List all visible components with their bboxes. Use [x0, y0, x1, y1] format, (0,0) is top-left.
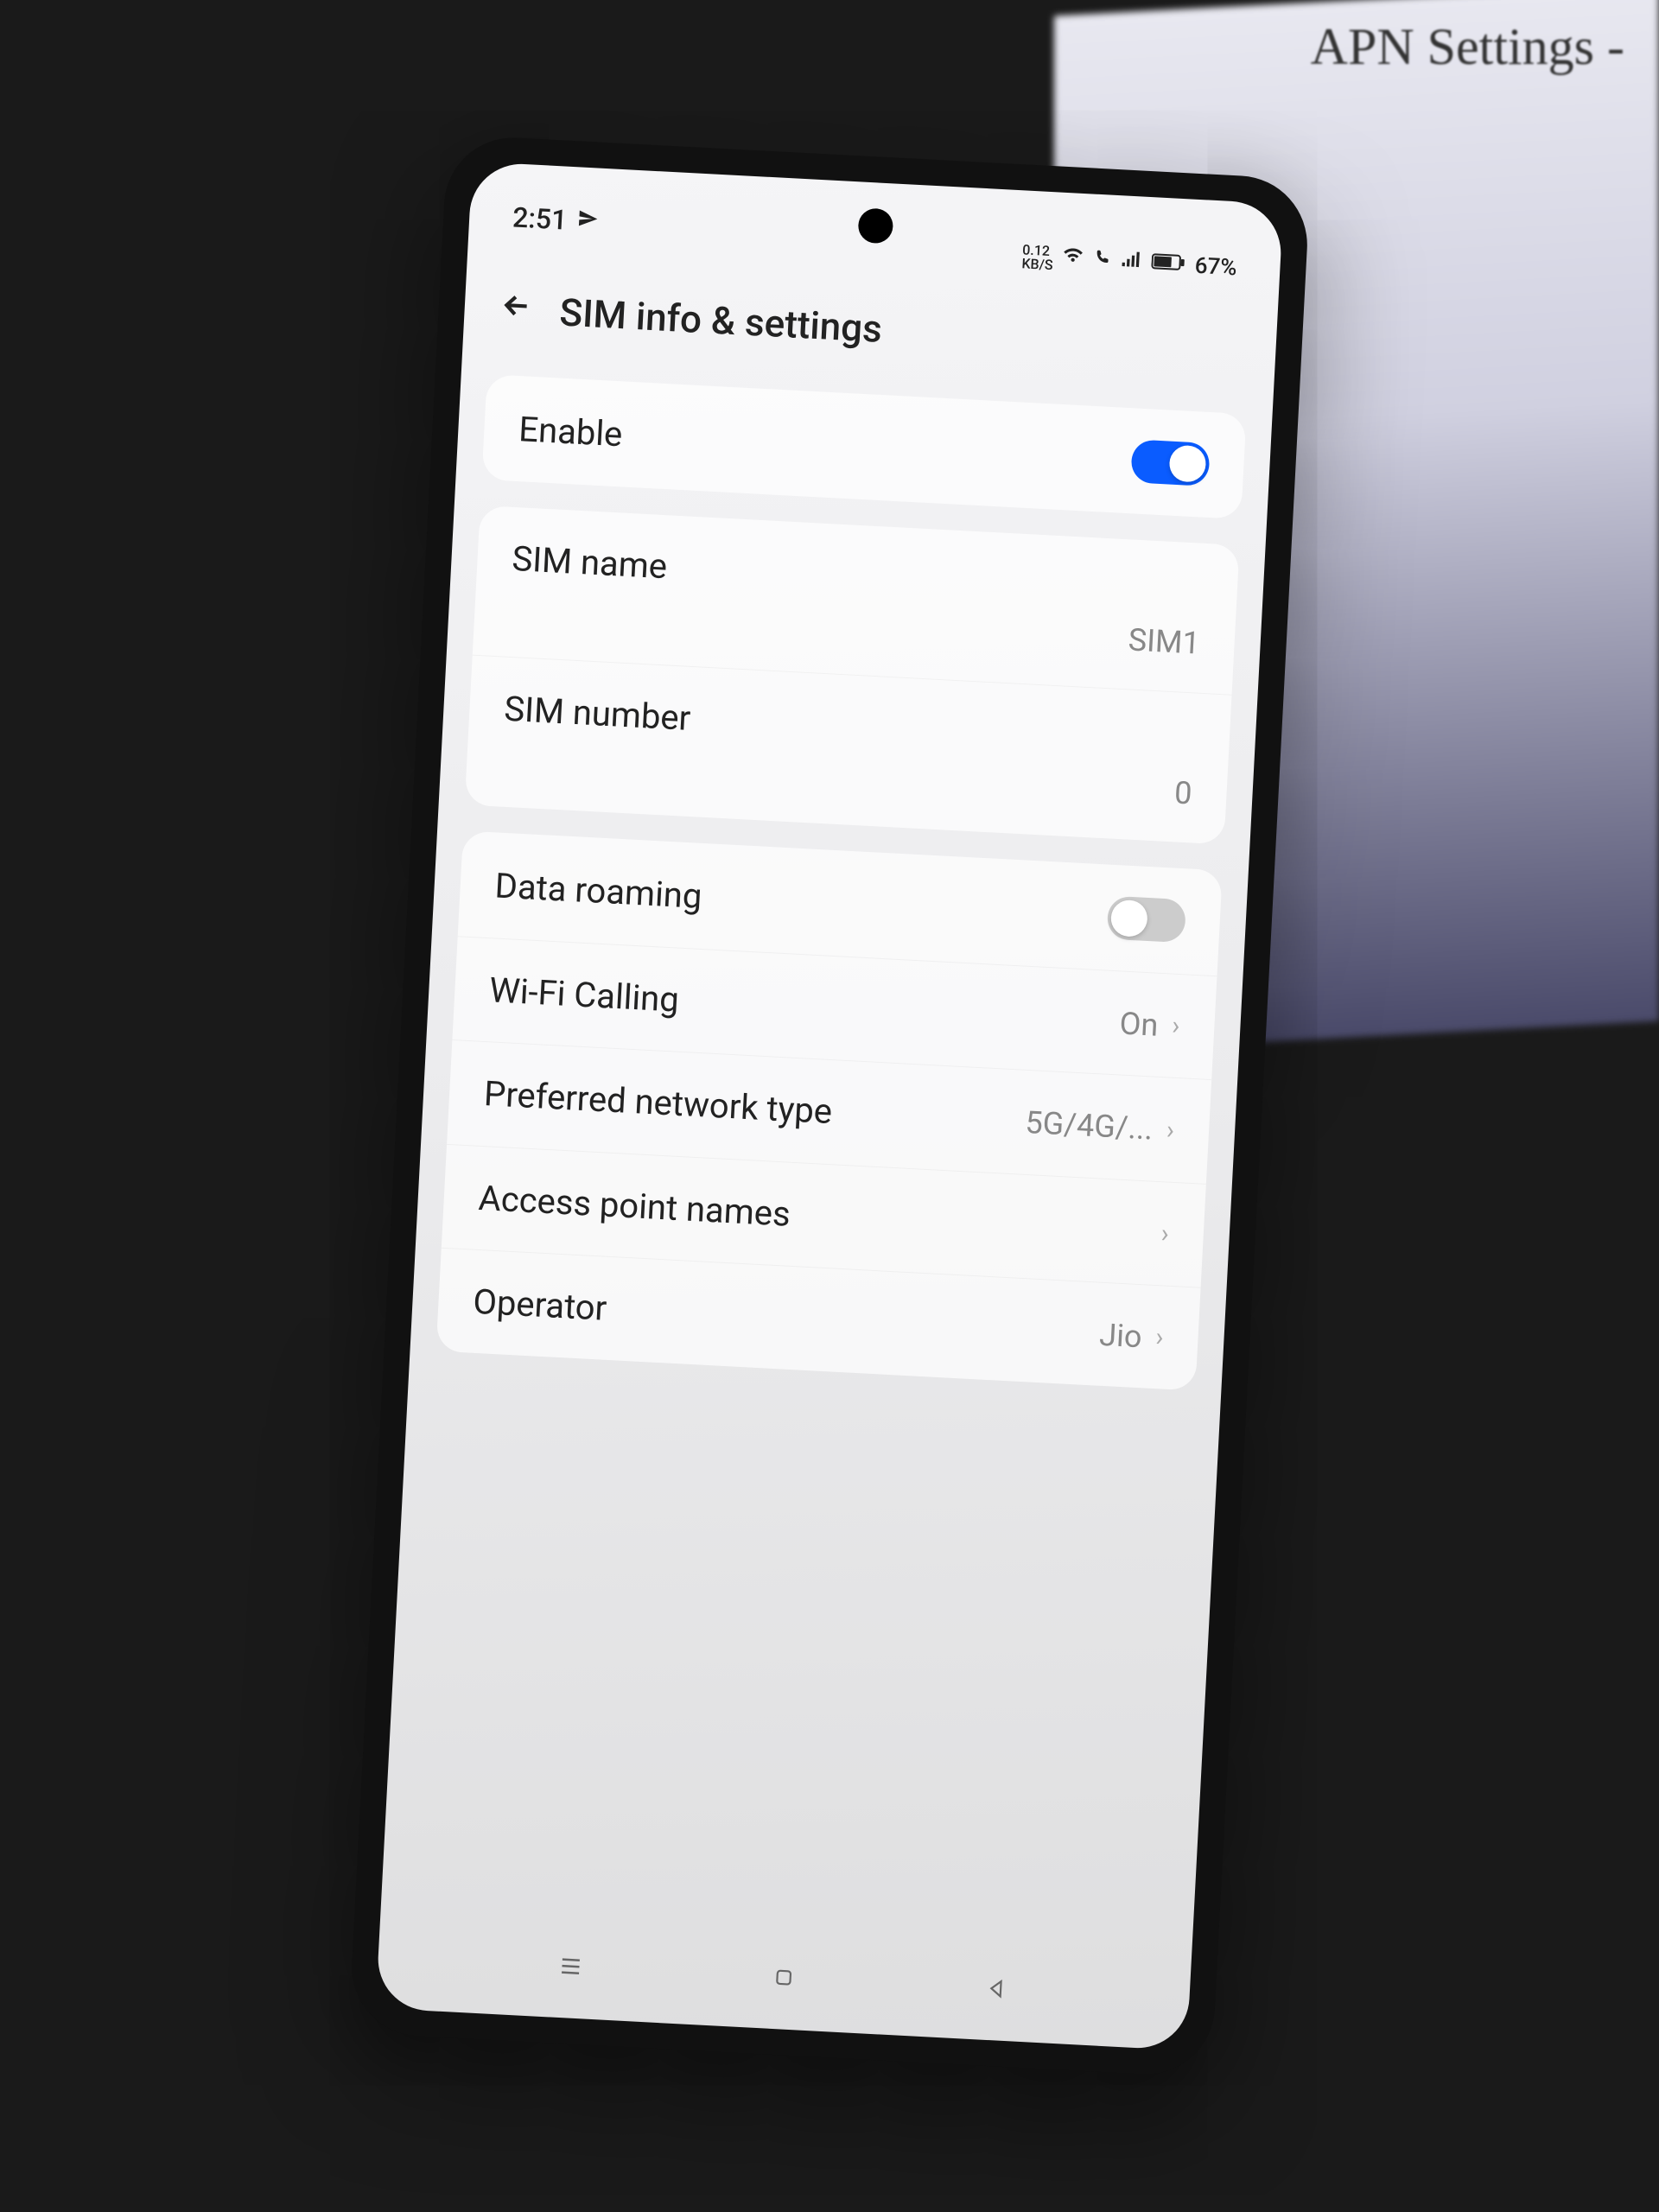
status-right: 0.12KB/S 67% — [1021, 242, 1237, 282]
enable-toggle[interactable] — [1130, 439, 1210, 486]
recent-apps-button[interactable] — [553, 1948, 589, 1985]
operator-value-group: Jio › — [1098, 1316, 1164, 1356]
toggle-knob — [1110, 899, 1148, 938]
chevron-right-icon: › — [1166, 1115, 1175, 1145]
net-speed-indicator: 0.12KB/S — [1021, 243, 1054, 272]
wifi-calling-label: Wi-Fi Calling — [488, 969, 680, 1020]
data-roaming-toggle[interactable] — [1107, 896, 1186, 944]
wifi-icon — [1061, 245, 1085, 274]
chevron-right-icon: › — [1171, 1011, 1180, 1041]
vowifi-icon — [1092, 247, 1113, 274]
status-time: 2:51 — [512, 200, 568, 236]
back-button[interactable] — [498, 287, 535, 334]
back-nav-button[interactable] — [978, 1971, 1014, 2007]
network-type-label: Preferred network type — [483, 1073, 833, 1133]
status-left: 2:51 — [512, 200, 599, 238]
chevron-right-icon: › — [1160, 1218, 1170, 1249]
network-card: Data roaming Wi-Fi Calling On › Preferre… — [436, 830, 1223, 1390]
apn-value-group: › — [1147, 1217, 1170, 1249]
network-type-value: 5G/4G/... — [1025, 1104, 1154, 1147]
enable-label: Enable — [518, 409, 623, 454]
settings-content: Enable SIM name SIM1 — [380, 373, 1272, 1956]
sim-number-label: SIM number — [503, 689, 691, 739]
background-monitor-title: APN Settings - — [1311, 17, 1624, 77]
signal-icon — [1120, 247, 1144, 276]
sim-name-label: SIM name — [511, 538, 668, 587]
toggle-knob — [1168, 445, 1206, 483]
battery-icon — [1151, 251, 1187, 278]
operator-value: Jio — [1098, 1316, 1142, 1355]
chevron-right-icon: › — [1155, 1322, 1165, 1352]
phone-screen: 2:51 0.12KB/S — [376, 162, 1284, 2050]
phone-frame: 2:51 0.12KB/S — [348, 134, 1311, 2077]
sim-name-value: SIM1 — [1128, 621, 1201, 661]
page-title: SIM info & settings — [558, 289, 883, 351]
data-roaming-label: Data roaming — [494, 865, 703, 916]
operator-label: Operator — [472, 1281, 607, 1329]
home-button[interactable] — [766, 1960, 802, 1996]
wifi-calling-value: On — [1119, 1005, 1160, 1043]
battery-percent: 67% — [1194, 252, 1237, 281]
sim-number-value: 0 — [1173, 774, 1192, 811]
network-type-value-group: 5G/4G/... › — [1025, 1104, 1176, 1148]
location-send-icon — [576, 207, 599, 234]
wifi-calling-value-group: On › — [1119, 1005, 1181, 1045]
apn-label: Access point names — [478, 1178, 791, 1235]
sim-info-card: SIM name SIM1 SIM number 0 — [465, 505, 1240, 845]
